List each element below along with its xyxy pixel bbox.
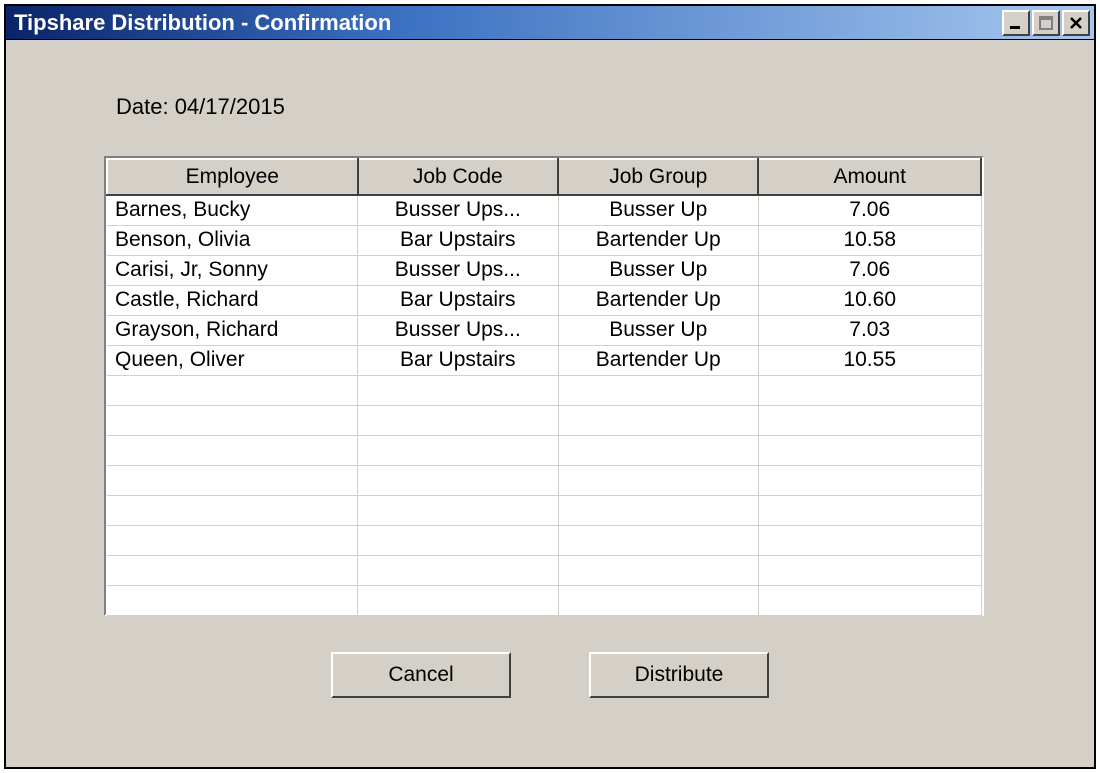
- minimize-button[interactable]: [1002, 10, 1030, 36]
- cell-empty: [107, 585, 358, 615]
- client-area: Date: 04/17/2015 Employee Job Code Job G…: [6, 40, 1094, 767]
- cell-amount: 7.06: [758, 255, 981, 285]
- maximize-button[interactable]: [1032, 10, 1060, 36]
- cell-empty: [358, 375, 558, 405]
- cell-empty: [558, 405, 758, 435]
- cell-empty: [758, 495, 981, 525]
- cell-job-group: Bartender Up: [558, 285, 758, 315]
- cell-employee: Benson, Olivia: [107, 225, 358, 255]
- table-row-empty: [107, 375, 981, 405]
- table-row-empty: [107, 435, 981, 465]
- col-header-employee[interactable]: Employee: [107, 159, 358, 195]
- table-row-empty: [107, 555, 981, 585]
- window-title: Tipshare Distribution - Confirmation: [14, 10, 391, 36]
- cell-amount: 10.60: [758, 285, 981, 315]
- cell-amount: 7.03: [758, 315, 981, 345]
- cell-empty: [358, 435, 558, 465]
- cell-empty: [558, 555, 758, 585]
- cell-job-group: Busser Up: [558, 315, 758, 345]
- cell-job-group: Busser Up: [558, 255, 758, 285]
- cell-empty: [107, 555, 358, 585]
- cell-empty: [358, 495, 558, 525]
- cell-job-code: Bar Upstairs: [358, 285, 558, 315]
- cell-employee: Grayson, Richard: [107, 315, 358, 345]
- table-row-empty: [107, 525, 981, 555]
- cell-amount: 7.06: [758, 195, 981, 225]
- cell-employee: Queen, Oliver: [107, 345, 358, 375]
- close-button[interactable]: [1062, 10, 1090, 36]
- table-row[interactable]: Castle, RichardBar UpstairsBartender Up1…: [107, 285, 981, 315]
- cell-empty: [358, 585, 558, 615]
- cell-empty: [758, 375, 981, 405]
- title-bar: Tipshare Distribution - Confirmation: [6, 6, 1094, 40]
- table-row[interactable]: Carisi, Jr, SonnyBusser Ups...Busser Up7…: [107, 255, 981, 285]
- table-header-row: Employee Job Code Job Group Amount: [107, 159, 981, 195]
- cell-job-code: Bar Upstairs: [358, 225, 558, 255]
- cell-job-group: Busser Up: [558, 195, 758, 225]
- cell-empty: [758, 405, 981, 435]
- cell-empty: [358, 525, 558, 555]
- button-bar: Cancel Distribute: [6, 652, 1094, 698]
- col-header-amount[interactable]: Amount: [758, 159, 981, 195]
- cell-employee: Carisi, Jr, Sonny: [107, 255, 358, 285]
- distribution-table-frame: Employee Job Code Job Group Amount Barne…: [104, 156, 984, 616]
- table-row[interactable]: Queen, OliverBar UpstairsBartender Up10.…: [107, 345, 981, 375]
- cell-empty: [558, 465, 758, 495]
- cell-empty: [107, 465, 358, 495]
- table-row-empty: [107, 465, 981, 495]
- cell-empty: [758, 555, 981, 585]
- cell-empty: [107, 495, 358, 525]
- table-row-empty: [107, 585, 981, 615]
- cell-empty: [358, 405, 558, 435]
- cell-job-code: Busser Ups...: [358, 315, 558, 345]
- cell-empty: [758, 435, 981, 465]
- close-icon: [1069, 16, 1083, 30]
- table-row[interactable]: Grayson, RichardBusser Ups...Busser Up7.…: [107, 315, 981, 345]
- cell-job-group: Bartender Up: [558, 225, 758, 255]
- col-header-job-group[interactable]: Job Group: [558, 159, 758, 195]
- maximize-icon: [1039, 16, 1053, 30]
- window-frame: Tipshare Distribution - Confirmation: [4, 4, 1096, 769]
- distribution-table: Employee Job Code Job Group Amount Barne…: [106, 158, 982, 616]
- table-row[interactable]: Barnes, BuckyBusser Ups...Busser Up7.06: [107, 195, 981, 225]
- cell-job-group: Bartender Up: [558, 345, 758, 375]
- cell-job-code: Busser Ups...: [358, 195, 558, 225]
- cancel-button[interactable]: Cancel: [331, 652, 511, 698]
- cell-empty: [758, 585, 981, 615]
- cell-empty: [558, 435, 758, 465]
- table-row-empty: [107, 495, 981, 525]
- date-label: Date: 04/17/2015: [116, 94, 285, 120]
- cell-empty: [758, 465, 981, 495]
- cell-empty: [358, 465, 558, 495]
- cell-employee: Barnes, Bucky: [107, 195, 358, 225]
- cell-amount: 10.58: [758, 225, 981, 255]
- table-row-empty: [107, 405, 981, 435]
- cell-empty: [358, 555, 558, 585]
- distribute-button[interactable]: Distribute: [589, 652, 769, 698]
- table-row[interactable]: Benson, OliviaBar UpstairsBartender Up10…: [107, 225, 981, 255]
- cell-empty: [107, 525, 358, 555]
- cell-empty: [558, 495, 758, 525]
- minimize-icon: [1009, 16, 1023, 30]
- cell-empty: [558, 585, 758, 615]
- window-controls: [1002, 10, 1090, 36]
- cell-empty: [758, 525, 981, 555]
- cell-job-code: Bar Upstairs: [358, 345, 558, 375]
- cell-empty: [558, 525, 758, 555]
- col-header-job-code[interactable]: Job Code: [358, 159, 558, 195]
- cell-job-code: Busser Ups...: [358, 255, 558, 285]
- cell-empty: [107, 435, 358, 465]
- cell-empty: [107, 375, 358, 405]
- cell-empty: [558, 375, 758, 405]
- cell-amount: 10.55: [758, 345, 981, 375]
- cell-employee: Castle, Richard: [107, 285, 358, 315]
- cell-empty: [107, 405, 358, 435]
